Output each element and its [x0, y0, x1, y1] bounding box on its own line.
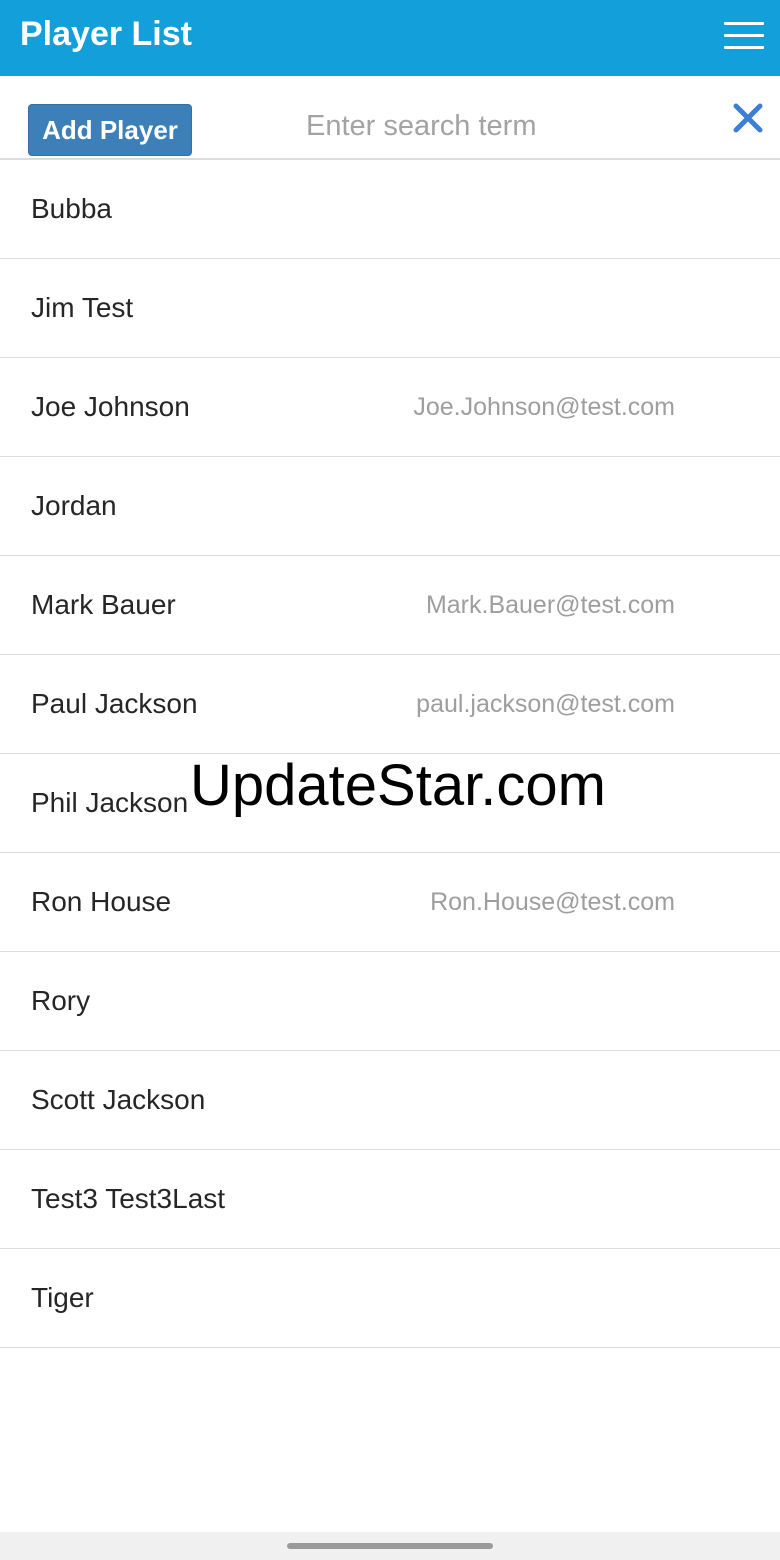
player-email: Ron.House@test.com	[430, 888, 675, 916]
player-name: Mark Bauer	[31, 589, 176, 620]
player-name: Ron House	[31, 886, 172, 917]
player-row[interactable]: Paul Jackson paul.jackson@test.com	[0, 655, 780, 754]
player-row[interactable]: Scott Jackson	[0, 1051, 780, 1150]
player-name: Paul Jackson	[31, 688, 198, 719]
player-name: Tiger	[31, 1282, 94, 1313]
search-input[interactable]	[300, 102, 680, 150]
player-email: Joe.Johnson@test.com	[413, 393, 675, 421]
player-row[interactable]: Ron House Ron.House@test.com	[0, 853, 780, 952]
player-name: Rory	[31, 985, 91, 1016]
player-row[interactable]: Mark Bauer Mark.Bauer@test.com	[0, 556, 780, 655]
player-row[interactable]: Tiger	[0, 1249, 780, 1348]
menu-line-bottom	[724, 46, 764, 49]
close-icon[interactable]	[728, 98, 768, 138]
player-row[interactable]: Joe Johnson Joe.Johnson@test.com	[0, 358, 780, 457]
player-row[interactable]: Phil Jackson	[0, 754, 780, 853]
page-title: Player List	[20, 15, 192, 53]
player-row[interactable]: Test3 Test3Last	[0, 1150, 780, 1249]
screen: Player List Add Player Bubba Jim Test Jo…	[0, 0, 780, 1560]
player-name: Test3 Test3Last	[31, 1183, 226, 1214]
player-list: Bubba Jim Test Joe Johnson Joe.Johnson@t…	[0, 160, 780, 1348]
home-indicator[interactable]	[287, 1543, 493, 1549]
menu-line-top	[724, 22, 764, 25]
player-name: Joe Johnson	[31, 391, 190, 422]
toolbar: Add Player	[0, 76, 780, 160]
player-row[interactable]: Jim Test	[0, 259, 780, 358]
player-email: Mark.Bauer@test.com	[425, 591, 675, 619]
player-email: paul.jackson@test.com	[416, 690, 675, 718]
system-nav-bar	[0, 1532, 780, 1560]
add-player-button[interactable]: Add Player	[28, 104, 192, 156]
player-row[interactable]: Jordan	[0, 457, 780, 556]
player-name: Phil Jackson	[31, 787, 189, 818]
app-bar: Player List	[0, 0, 780, 76]
player-name: Jordan	[31, 490, 117, 521]
menu-line-middle	[724, 34, 764, 37]
player-row[interactable]: Rory	[0, 952, 780, 1051]
close-icon-graphic	[733, 103, 763, 133]
player-name: Jim Test	[31, 292, 134, 323]
player-name: Scott Jackson	[31, 1084, 206, 1115]
player-row[interactable]: Bubba	[0, 160, 780, 259]
hamburger-menu-icon[interactable]	[724, 20, 764, 52]
player-name: Bubba	[31, 193, 112, 224]
